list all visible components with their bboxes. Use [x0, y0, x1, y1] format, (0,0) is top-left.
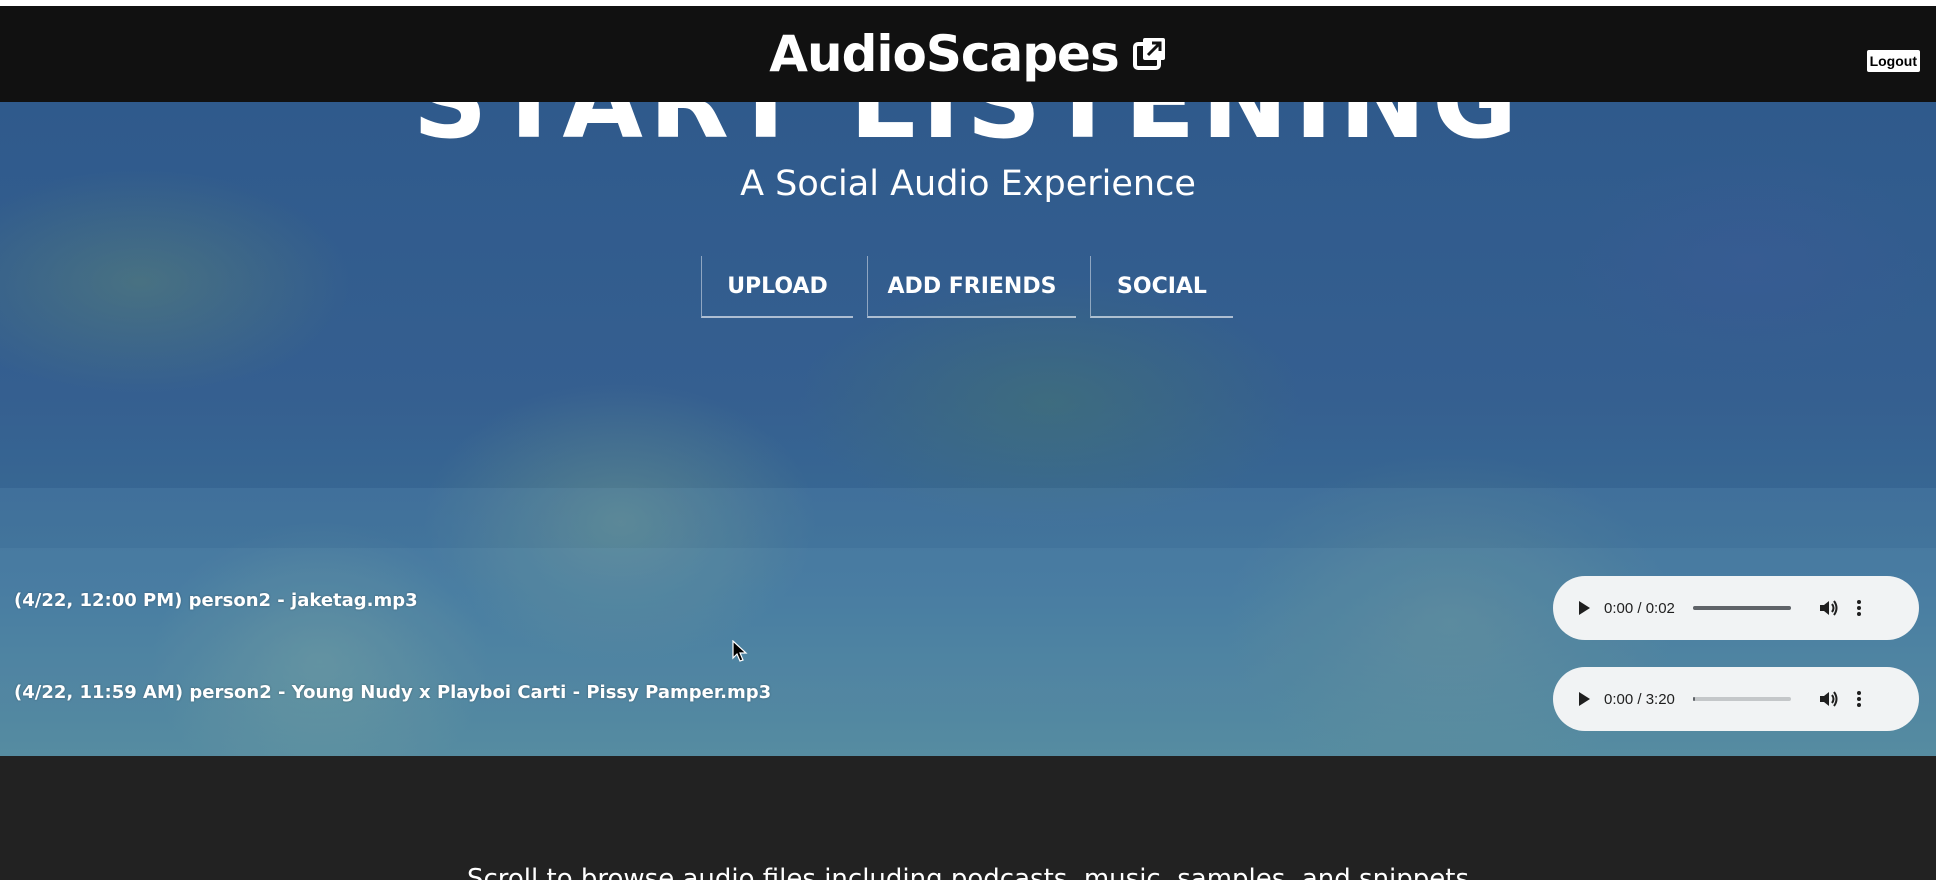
footer-text: Scroll to browse audio files including p… [466, 864, 1470, 894]
play-icon[interactable] [1579, 601, 1590, 615]
top-navbar: AudioScapes Logout [0, 6, 1936, 102]
track-title: (4/22, 12:00 PM) person2 - jaketag.mp3 [14, 590, 418, 611]
hero-title: START LISTENING [0, 102, 1936, 162]
footer-section: Scroll to browse audio files including p… [0, 756, 1936, 894]
track-title: (4/22, 11:59 AM) person2 - Young Nudy x … [14, 682, 772, 703]
brand-name: AudioScapes [769, 25, 1119, 83]
hero-section: START LISTENING A Social Audio Experienc… [0, 102, 1936, 756]
more-options-icon[interactable] [1856, 600, 1861, 616]
upload-button[interactable]: UPLOAD [701, 256, 853, 318]
brand-logo[interactable]: AudioScapes [0, 24, 1936, 84]
seek-bar[interactable] [1692, 697, 1791, 701]
volume-icon[interactable] [1819, 691, 1839, 707]
seek-fill [1692, 697, 1695, 701]
audio-player[interactable]: 0:00 / 0:02 [1553, 576, 1919, 640]
social-button[interactable]: SOCIAL [1090, 256, 1233, 318]
audio-player[interactable]: 0:00 / 3:20 [1553, 667, 1919, 731]
external-link-icon [1132, 37, 1165, 70]
more-options-icon[interactable] [1856, 691, 1861, 707]
logout-button[interactable]: Logout [1866, 50, 1920, 72]
seek-bar[interactable] [1692, 606, 1791, 610]
player-time: 0:00 / 3:20 [1604, 690, 1675, 708]
hero-subtitle: A Social Audio Experience [740, 164, 1196, 204]
mouse-cursor-icon [732, 640, 748, 662]
play-icon[interactable] [1579, 692, 1590, 706]
add-friends-button[interactable]: ADD FRIENDS [867, 256, 1076, 318]
seek-fill [1692, 606, 1791, 610]
volume-icon[interactable] [1819, 600, 1839, 616]
player-time: 0:00 / 0:02 [1604, 599, 1675, 617]
